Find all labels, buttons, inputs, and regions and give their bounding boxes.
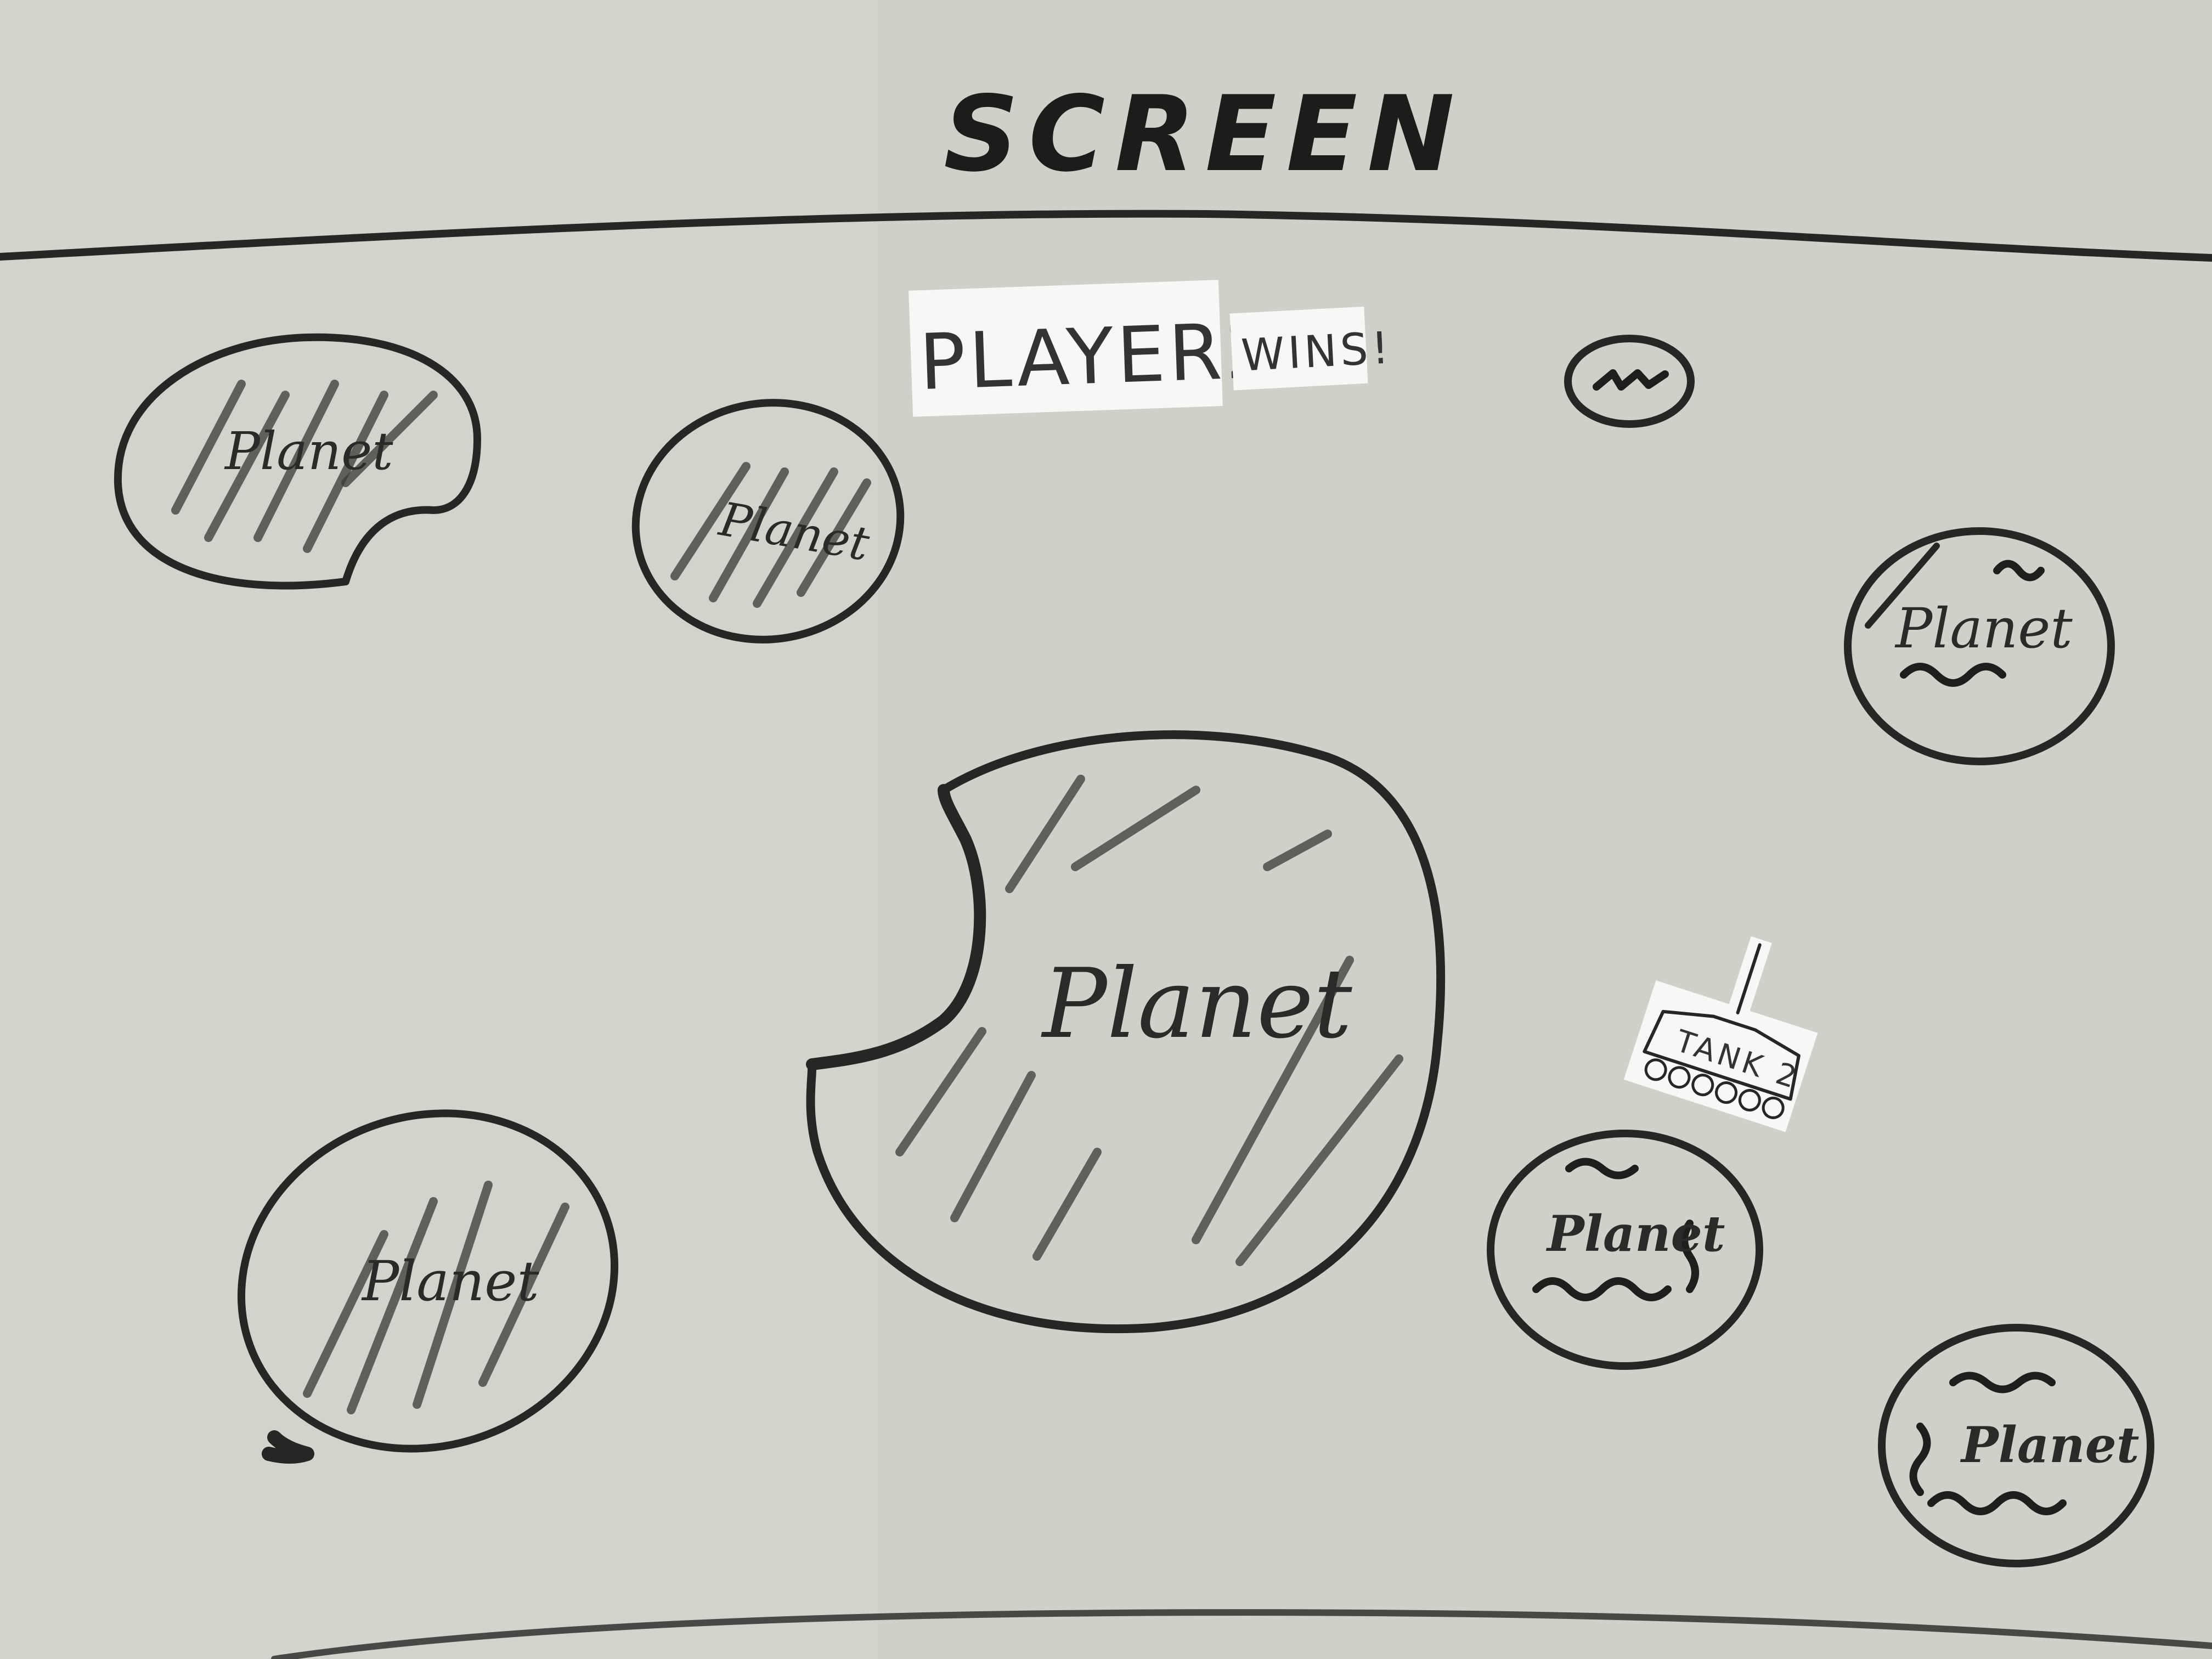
planet-label-3: Planet [1894, 596, 2073, 661]
wins-label: WINS! [1240, 322, 1393, 381]
planet-label-6: Planet [1545, 1205, 1725, 1263]
winner-label: PLAYER2 [918, 306, 1279, 408]
planet-label-1: Planet [224, 421, 393, 482]
planet-label-7: Planet [1960, 1416, 2139, 1474]
planet-label-4: Planet [1041, 949, 1352, 1060]
screen-title: SCREEN [944, 74, 1464, 195]
planet-label-5: Planet [361, 1249, 539, 1313]
whiteboard-game-sketch: SCREEN PLAYER2 WINS! Planet Planet Plane… [0, 0, 2212, 1659]
